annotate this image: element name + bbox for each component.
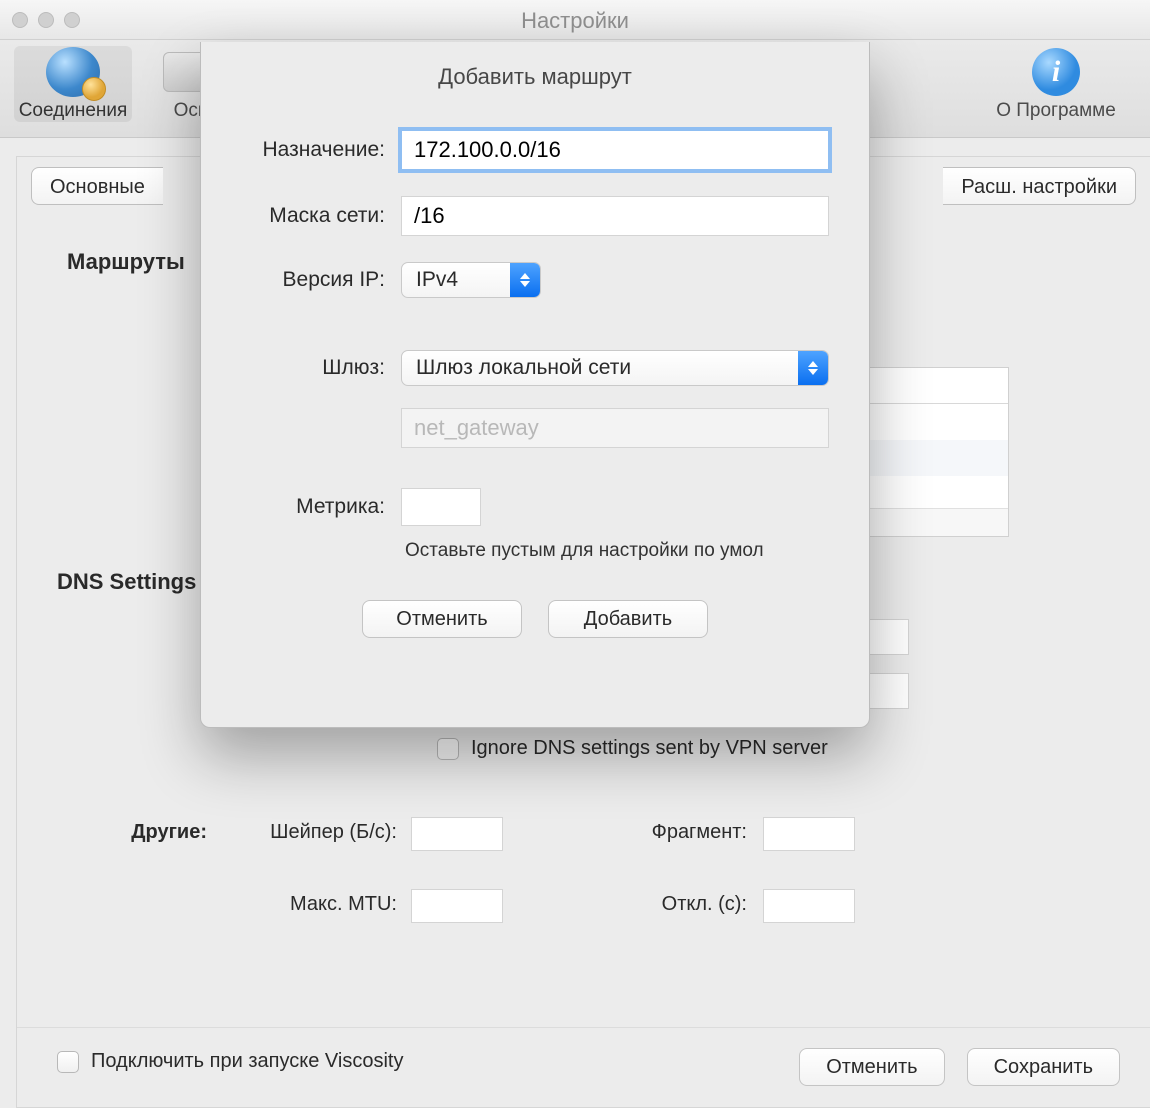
toolbar-item-connections[interactable]: Соединения <box>14 46 132 122</box>
gateway-value: Шлюз локальной сети <box>402 356 798 380</box>
cancel-button[interactable]: Отменить <box>799 1048 944 1086</box>
tab-basic[interactable]: Основные <box>31 167 163 205</box>
timeout-input[interactable] <box>763 889 855 923</box>
destination-input[interactable] <box>401 130 829 170</box>
window-title: Настройки <box>0 8 1150 34</box>
section-header-dns: DNS Settings <box>57 569 196 595</box>
toolbar-label: О Программе <box>976 100 1136 122</box>
shaper-input[interactable] <box>411 817 503 851</box>
globe-icon <box>46 47 100 97</box>
gateway-raw-input <box>401 408 829 448</box>
info-icon: i <box>1032 48 1080 96</box>
ignore-dns-label: Ignore DNS settings sent by VPN server <box>471 737 828 760</box>
section-header-routes: Маршруты <box>67 249 185 275</box>
connect-startup-label: Подключить при запуске Viscosity <box>91 1050 403 1073</box>
ignore-dns-checkbox[interactable] <box>437 738 459 760</box>
toolbar-item-about[interactable]: i О Программе <box>976 46 1136 122</box>
mtu-input[interactable] <box>411 889 503 923</box>
add-route-dialog: Добавить маршрут Назначение: Маска сети:… <box>200 42 870 728</box>
netmask-label: Маска сети: <box>201 204 401 228</box>
mtu-label: Макс. MTU: <box>217 893 397 916</box>
other-label: Другие: <box>87 821 207 844</box>
timeout-label: Откл. (с): <box>557 893 747 916</box>
gateway-select[interactable]: Шлюз локальной сети <box>401 350 829 386</box>
ipversion-label: Версия IP: <box>201 268 401 292</box>
footer: Подключить при запуске Viscosity Отменит… <box>17 1027 1150 1107</box>
dialog-title: Добавить маршрут <box>201 64 869 90</box>
connect-startup-checkbox[interactable] <box>57 1051 79 1073</box>
chevron-updown-icon <box>798 351 828 385</box>
metric-input[interactable] <box>401 488 481 526</box>
save-button[interactable]: Сохранить <box>967 1048 1120 1086</box>
fragment-label: Фрагмент: <box>557 821 747 844</box>
metric-label: Метрика: <box>201 495 401 519</box>
toolbar-label: Соединения <box>14 100 132 122</box>
dialog-add-button[interactable]: Добавить <box>548 600 708 638</box>
gateway-label: Шлюз: <box>201 356 401 380</box>
titlebar: Настройки <box>0 0 1150 40</box>
ipversion-select[interactable]: IPv4 <box>401 262 541 298</box>
dialog-cancel-button[interactable]: Отменить <box>362 600 522 638</box>
chevron-updown-icon <box>510 263 540 297</box>
destination-label: Назначение: <box>201 138 401 162</box>
netmask-input[interactable] <box>401 196 829 236</box>
ipversion-value: IPv4 <box>402 268 510 292</box>
tab-advanced[interactable]: Расш. настройки <box>943 167 1136 205</box>
metric-hint: Оставьте пустым для настройки по умол <box>201 540 869 562</box>
fragment-input[interactable] <box>763 817 855 851</box>
shaper-label: Шейпер (Б/с): <box>217 821 397 844</box>
